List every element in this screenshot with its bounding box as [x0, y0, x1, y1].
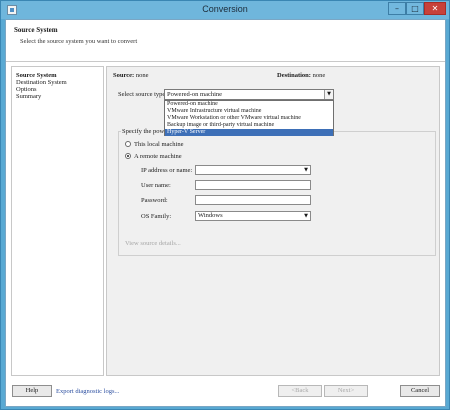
- view-source-details-link: View source details...: [125, 240, 181, 247]
- source-label: Source:: [113, 72, 135, 79]
- source-value: none: [135, 72, 149, 79]
- radio-remote-label: A remote machine: [134, 153, 182, 160]
- power-state-group: Specify the powe This local machine A re…: [118, 128, 436, 256]
- wizard-header: Source System Select the source system y…: [6, 20, 445, 62]
- option-powered-on-machine[interactable]: Powered-on machine: [165, 101, 333, 108]
- conversion-window: Conversion – □ ✕ Source System Select th…: [0, 0, 450, 410]
- back-button[interactable]: <Back: [278, 385, 322, 397]
- radio-icon[interactable]: [125, 140, 131, 147]
- close-button[interactable]: ✕: [424, 2, 446, 15]
- window-title: Conversion: [202, 4, 248, 14]
- radio-local-machine[interactable]: This local machine: [125, 140, 184, 148]
- minimize-button[interactable]: –: [388, 2, 406, 15]
- source-type-value: Powered-on machine: [167, 91, 223, 98]
- chevron-down-icon[interactable]: ▼: [302, 212, 310, 220]
- export-logs-link[interactable]: Export diagnostic logs...: [56, 388, 119, 395]
- chevron-down-icon[interactable]: ▼: [324, 90, 333, 99]
- source-type-dropdown[interactable]: Powered-on machine ▼: [164, 89, 334, 100]
- wizard-steps: Source System Destination System Options…: [11, 66, 104, 376]
- ip-address-combo[interactable]: ▼: [195, 165, 311, 175]
- source-summary: Source: none: [113, 72, 148, 79]
- destination-summary: Destination: none: [277, 72, 325, 79]
- title-bar[interactable]: Conversion – □ ✕: [1, 1, 449, 19]
- username-input[interactable]: [195, 180, 311, 190]
- maximize-button[interactable]: □: [406, 2, 424, 15]
- radio-selected-icon[interactable]: [125, 152, 131, 159]
- option-vmware-infrastructure-vm[interactable]: VMware Infrastructure virtual machine: [165, 108, 333, 115]
- chevron-down-icon[interactable]: ▼: [302, 166, 310, 174]
- os-family-value: Windows: [198, 212, 223, 219]
- main-panel: Source: none Destination: none Select so…: [106, 66, 440, 376]
- cancel-button[interactable]: Cancel: [400, 385, 440, 397]
- help-button[interactable]: Help: [12, 385, 52, 397]
- page-title: Source System: [14, 26, 58, 34]
- step-source-system[interactable]: Source System: [16, 72, 57, 79]
- os-family-label: OS Family:: [141, 213, 172, 220]
- source-type-label: Select source type:: [118, 91, 168, 98]
- group-legend: Specify the powe: [121, 128, 169, 135]
- radio-local-label: This local machine: [134, 141, 184, 148]
- destination-label: Destination:: [277, 72, 311, 79]
- option-hyper-v-server[interactable]: Hyper-V Server: [165, 129, 333, 136]
- password-input[interactable]: [195, 195, 311, 205]
- step-destination-system[interactable]: Destination System: [16, 79, 67, 86]
- radio-remote-machine[interactable]: A remote machine: [125, 152, 182, 160]
- page-subtitle: Select the source system you want to con…: [20, 38, 138, 45]
- step-summary[interactable]: Summary: [16, 93, 41, 100]
- step-options[interactable]: Options: [16, 86, 37, 93]
- destination-value: none: [312, 72, 326, 79]
- username-label: User name:: [141, 182, 171, 189]
- password-label: Password:: [141, 197, 168, 204]
- source-type-options-list[interactable]: Powered-on machine VMware Infrastructure…: [164, 100, 334, 136]
- wizard-footer: Help Export diagnostic logs... <Back Nex…: [6, 380, 445, 406]
- next-button[interactable]: Next>: [324, 385, 368, 397]
- os-family-select[interactable]: Windows ▼: [195, 211, 311, 221]
- dialog-client: Source System Select the source system y…: [5, 19, 446, 407]
- option-vmware-workstation-vm[interactable]: VMware Workstation or other VMware virtu…: [165, 115, 333, 122]
- ip-label: IP address or name:: [141, 167, 193, 174]
- option-backup-image[interactable]: Backup image or third-party virtual mach…: [165, 122, 333, 129]
